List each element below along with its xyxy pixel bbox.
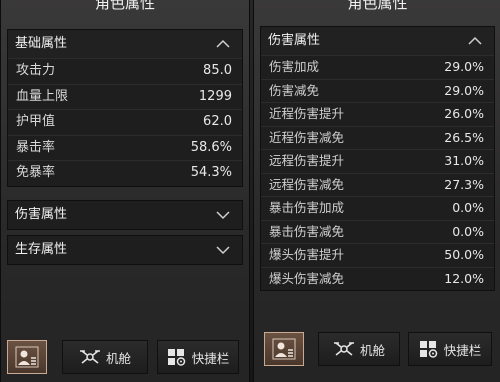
tab-character[interactable]: [264, 332, 304, 366]
stat-row-melee-damage-up: 近程伤害提升 26.0%: [261, 102, 494, 126]
stat-row-crit-rate: 暴击率 58.6%: [8, 134, 242, 161]
drone-icon: [333, 340, 355, 358]
panel-title: 角色属性: [94, 0, 155, 12]
screen: 角色属性 基础属性 攻击力 85.0 血量上限 1299 护甲值 62.0 暴击…: [0, 0, 500, 382]
stat-label: 暴击伤害减免: [269, 223, 345, 239]
stat-value: 0.0%: [452, 223, 484, 239]
stat-value: 1299: [198, 88, 232, 104]
panel-title: 角色属性: [347, 0, 408, 12]
stat-value: 12.0%: [444, 270, 484, 286]
hotbar-icon: [167, 348, 187, 366]
chevron-down-icon: [214, 236, 232, 264]
stat-row-crit-resist: 免暴率 54.3%: [8, 160, 242, 186]
section-label: 基础属性: [15, 36, 68, 51]
stat-label: 攻击力: [16, 63, 56, 78]
stat-label: 免暴率: [16, 165, 56, 180]
chevron-up-icon: [466, 27, 484, 55]
stat-label: 暴击率: [16, 139, 56, 155]
tab-label: 快捷栏: [191, 350, 230, 366]
tab-character[interactable]: [7, 340, 47, 374]
character-icon: [272, 338, 296, 360]
tab-hotbar[interactable]: 快捷栏: [157, 340, 239, 374]
stat-row-ranged-damage-reduction: 远程伤害减免 27.3%: [261, 172, 494, 197]
stat-row-attack: 攻击力 85.0: [8, 58, 242, 84]
damage-attributes-header[interactable]: 伤害属性: [261, 27, 494, 55]
chevron-down-icon: [214, 201, 232, 229]
stat-value: 0.0%: [452, 200, 484, 215]
stat-label: 爆头伤害减免: [269, 270, 345, 286]
drone-icon: [79, 348, 101, 366]
stat-row-max-hp: 血量上限 1299: [8, 83, 242, 110]
stat-value: 26.0%: [444, 106, 484, 121]
bottom-tab-bar: 机舱 快捷栏: [1, 340, 249, 376]
section-label: 伤害属性: [268, 33, 321, 48]
stat-value: 31.0%: [444, 153, 484, 168]
stat-label: 伤害加成: [269, 59, 320, 74]
attribute-panel-right: 角色属性 伤害属性 伤害加成 29.0% 伤害减免 29.0% 近程伤害提升 2…: [253, 0, 500, 382]
tab-cabin[interactable]: 机舱: [62, 340, 148, 374]
stat-row-melee-damage-reduction: 近程伤害减免 26.5%: [261, 125, 494, 150]
section-label: 生存属性: [15, 242, 68, 257]
stat-value: 29.0%: [444, 59, 484, 74]
stat-label: 伤害减免: [269, 82, 320, 98]
tab-label: 快捷栏: [443, 342, 482, 358]
survival-attributes-header-collapsed[interactable]: 生存属性: [7, 235, 243, 265]
stat-value: 85.0: [203, 63, 232, 78]
stat-row-crit-damage-bonus: 暴击伤害加成 0.0%: [261, 196, 494, 220]
stat-value: 54.3%: [190, 165, 232, 180]
character-icon: [15, 346, 39, 368]
hotbar-icon: [419, 340, 439, 358]
stat-value: 62.0: [203, 114, 232, 129]
stat-row-damage-reduction: 伤害减免 29.0%: [261, 78, 494, 103]
stat-row-armor: 护甲值 62.0: [8, 109, 242, 135]
stat-label: 远程伤害减免: [269, 176, 345, 192]
stat-label: 近程伤害提升: [269, 106, 345, 121]
tab-cabin[interactable]: 机舱: [318, 332, 400, 366]
damage-attributes-header-collapsed[interactable]: 伤害属性: [7, 200, 243, 230]
bottom-tab-bar: 机舱 快捷栏: [254, 332, 500, 368]
tab-hotbar[interactable]: 快捷栏: [408, 332, 492, 366]
damage-attributes-section: 伤害属性 伤害加成 29.0% 伤害减免 29.0% 近程伤害提升 26.0% …: [260, 26, 495, 291]
stat-row-headshot-damage-reduction: 爆头伤害减免 12.0%: [261, 266, 494, 291]
tab-label: 机舱: [359, 342, 385, 358]
tab-label: 机舱: [105, 350, 131, 366]
stat-value: 26.5%: [444, 129, 484, 145]
stat-value: 58.6%: [190, 139, 232, 155]
stat-value: 29.0%: [444, 82, 484, 98]
attribute-panel-left: 角色属性 基础属性 攻击力 85.0 血量上限 1299 护甲值 62.0 暴击…: [0, 0, 250, 382]
stat-row-damage-bonus: 伤害加成 29.0%: [261, 55, 494, 79]
stat-value: 27.3%: [444, 176, 484, 192]
stat-row-crit-damage-reduction: 暴击伤害减免 0.0%: [261, 219, 494, 244]
basic-attributes-section: 基础属性 攻击力 85.0 血量上限 1299 护甲值 62.0 暴击率 58.…: [7, 29, 243, 187]
stat-label: 护甲值: [16, 114, 56, 129]
section-label: 伤害属性: [15, 207, 68, 222]
stat-label: 爆头伤害提升: [269, 247, 345, 262]
basic-attributes-header[interactable]: 基础属性: [8, 30, 242, 58]
stat-row-headshot-damage-up: 爆头伤害提升 50.0%: [261, 243, 494, 267]
chevron-up-icon: [214, 30, 232, 58]
stat-label: 暴击伤害加成: [269, 200, 345, 215]
stat-label: 近程伤害减免: [269, 129, 345, 145]
stat-row-ranged-damage-up: 远程伤害提升 31.0%: [261, 149, 494, 173]
stat-label: 远程伤害提升: [269, 153, 345, 168]
stat-label: 血量上限: [16, 88, 69, 104]
stat-value: 50.0%: [444, 247, 484, 262]
